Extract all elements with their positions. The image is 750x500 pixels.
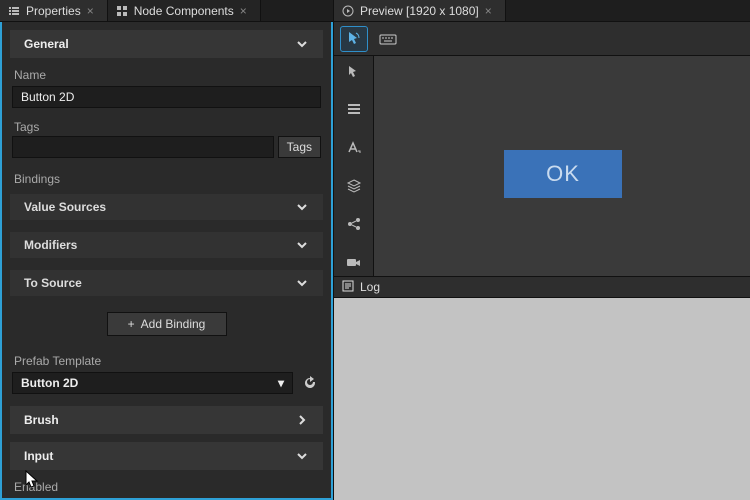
add-binding-button[interactable]: + Add Binding [107, 312, 227, 336]
list-icon [8, 5, 20, 17]
log-icon [342, 280, 354, 295]
components-icon [116, 5, 128, 17]
section-title: To Source [24, 276, 82, 290]
preview-side-toolbar [334, 56, 374, 276]
log-body[interactable] [334, 298, 750, 500]
play-icon [342, 5, 354, 17]
ok-button[interactable]: OK [504, 150, 622, 198]
arrow-tool-icon[interactable] [344, 62, 364, 82]
section-title: Brush [24, 413, 59, 427]
prefab-template-select[interactable]: Button 2D ▾ [12, 372, 293, 394]
add-binding-label: Add Binding [141, 317, 206, 331]
section-title: General [24, 37, 69, 51]
camera-icon[interactable] [344, 252, 364, 272]
keyboard-tool-button[interactable] [374, 26, 402, 52]
close-icon[interactable]: × [87, 4, 99, 18]
close-icon[interactable]: × [240, 4, 252, 18]
right-tab-strip: Preview [1920 x 1080] × [334, 0, 750, 22]
tab-label: Node Components [134, 4, 234, 18]
properties-panel: General Name Tags Tags Bindings Value So… [0, 22, 333, 500]
plus-icon: + [128, 317, 135, 331]
enabled-label: Enabled [2, 474, 331, 496]
bindings-label: Bindings [2, 166, 331, 188]
section-value-sources[interactable]: Value Sources [10, 194, 323, 220]
chevron-right-icon [295, 413, 309, 427]
preview-area: OK [334, 56, 750, 276]
preview-toolbar [334, 22, 750, 56]
log-header[interactable]: Log [334, 276, 750, 298]
chevron-down-icon [295, 37, 309, 51]
preview-canvas[interactable]: OK [374, 56, 750, 276]
section-modifiers[interactable]: Modifiers [10, 232, 323, 258]
chevron-down-icon [295, 200, 309, 214]
section-to-source[interactable]: To Source [10, 270, 323, 296]
section-brush[interactable]: Brush [10, 406, 323, 434]
prefab-label: Prefab Template [2, 348, 331, 370]
tab-properties[interactable]: Properties × [0, 0, 108, 21]
section-title: Modifiers [24, 238, 77, 252]
left-tab-strip: Properties × Node Components × [0, 0, 333, 22]
tags-button[interactable]: Tags [278, 136, 321, 158]
dropdown-triangle-icon: ▾ [278, 376, 284, 390]
refresh-icon[interactable] [299, 372, 321, 394]
tags-label: Tags [2, 114, 331, 136]
chevron-down-icon [295, 276, 309, 290]
menu-icon[interactable] [344, 100, 364, 120]
section-general[interactable]: General [10, 30, 323, 58]
section-input[interactable]: Input [10, 442, 323, 470]
name-label: Name [2, 62, 331, 84]
tab-label: Preview [1920 x 1080] [360, 4, 479, 18]
tab-node-components[interactable]: Node Components × [108, 0, 261, 21]
name-input[interactable] [12, 86, 321, 108]
share-icon[interactable] [344, 214, 364, 234]
tab-label: Properties [26, 4, 81, 18]
layers-icon[interactable] [344, 176, 364, 196]
close-icon[interactable]: × [485, 4, 497, 18]
prefab-value: Button 2D [21, 376, 78, 390]
chevron-down-icon [295, 449, 309, 463]
tab-preview[interactable]: Preview [1920 x 1080] × [334, 0, 506, 21]
ok-button-label: OK [546, 161, 580, 187]
log-title: Log [360, 280, 380, 294]
chevron-down-icon [295, 238, 309, 252]
section-title: Input [24, 449, 53, 463]
font-icon[interactable] [344, 138, 364, 158]
tags-input[interactable] [12, 136, 274, 158]
pointer-tool-button[interactable] [340, 26, 368, 52]
section-title: Value Sources [24, 200, 106, 214]
